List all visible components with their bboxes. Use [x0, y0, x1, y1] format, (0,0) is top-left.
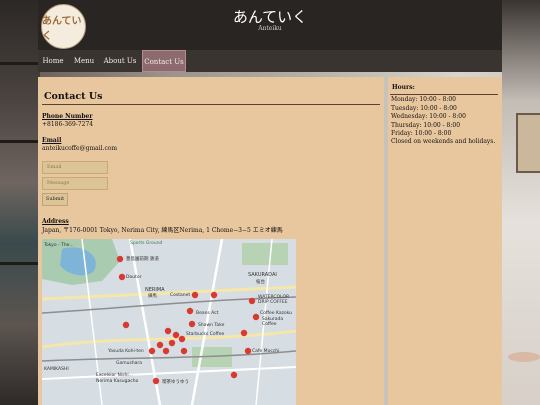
map-label: Doutor [126, 275, 142, 280]
wall-frame [516, 113, 540, 173]
map-label: SAKURADAI [248, 272, 277, 278]
map-label: Sports Ground [130, 241, 163, 246]
email-value: anteikucoffe@gmail.com [42, 145, 118, 152]
hours-panel: Hours: Monday: 10:00 - 8:00 Tuesday: 10:… [388, 77, 502, 405]
map-label: WATERCOLOR DRIP COFFEE [258, 295, 290, 305]
map-label: 喫茶ゆうゆう [162, 380, 189, 385]
heading-divider [42, 104, 380, 105]
email-label: Email [42, 137, 62, 144]
map-label: 豊島園前期 鉄道 [126, 257, 159, 262]
hours-line: Wednesday: 10:00 - 8:00 [391, 113, 466, 120]
map-label: KAMIKASHI [44, 367, 69, 372]
main-nav: Home Menu About Us Contact Us [38, 50, 502, 72]
address-value: Japan, 〒176-0001 Tokyo, Nerima City, 練馬区… [42, 227, 283, 234]
stool [508, 352, 540, 362]
background-photo-right [502, 0, 540, 405]
hours-line: Monday: 10:00 - 8:00 [391, 96, 456, 103]
site-title: あんていく [232, 8, 308, 26]
map-label: Gamushara [116, 361, 143, 366]
nav-menu[interactable]: Menu [68, 50, 100, 72]
embedded-map[interactable]: Tokyo - The... Sports Ground 豊島園前期 鉄道 Do… [42, 239, 296, 405]
map-label: Nerima Kasugacho [96, 379, 139, 384]
map-label: Starbucks Coffee [186, 332, 225, 337]
address-label: Address [42, 218, 69, 225]
hours-line: Tuesday: 10:00 - 8:00 [391, 104, 457, 112]
map-label: Beans Act [196, 311, 219, 316]
hours-list: Monday: 10:00 - 8:00 Tuesday: 10:00 - 8:… [391, 96, 466, 139]
phone-value: +8186-369-7274 [42, 121, 94, 128]
message-field[interactable]: Message [42, 177, 108, 190]
site-subtitle: Anteiku [258, 25, 282, 32]
closed-note: Closed on weekends and holidays. [391, 138, 496, 145]
nav-contact-us[interactable]: Contact Us [142, 50, 186, 72]
map-label: Sakurada Coffee [262, 317, 284, 327]
background-photo-left [0, 0, 40, 405]
hours-divider [390, 94, 498, 95]
map-label: Excelsior Nishi... [96, 373, 133, 378]
map-label: Cafe Mocchi [252, 349, 280, 354]
site-header: あんていく あんていく Anteiku [38, 0, 502, 50]
map-label: Coffee Kazoku [260, 311, 293, 316]
submit-button[interactable]: Submit [42, 193, 68, 206]
map-label: 桜台 [256, 280, 265, 285]
phone-label: Phone Number [42, 113, 93, 120]
email-field[interactable]: Email [42, 161, 108, 174]
page-title: Contact Us [44, 91, 103, 102]
map-label: Yasuda Kohi-ten [108, 349, 144, 354]
hours-line: Thursday: 10:00 - 8:00 [391, 121, 461, 129]
nav-home[interactable]: Home [38, 50, 68, 72]
hours-heading: Hours: [392, 84, 415, 91]
nav-about-us[interactable]: About Us [100, 50, 140, 72]
map-label: 練馬 [148, 294, 157, 299]
map-label: Costanet [170, 293, 191, 298]
contact-panel: Contact Us Phone Number +8186-369-7274 E… [38, 77, 384, 405]
map-label: Tokyo - The... [44, 243, 74, 248]
map-label: Shawn Take [198, 323, 225, 328]
